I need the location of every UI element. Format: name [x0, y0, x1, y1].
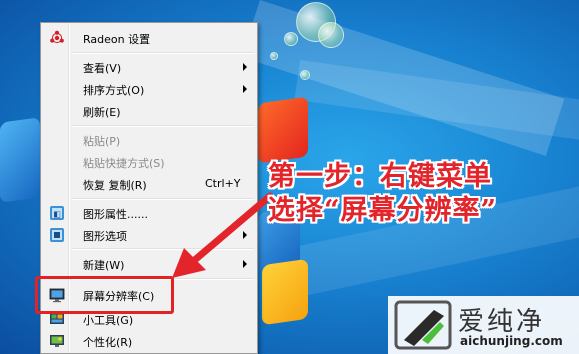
menu-item-label: 个性化(R): [83, 336, 133, 349]
menu-item-label: 粘贴(P): [83, 135, 121, 148]
watermark-url: aichunjing.com: [460, 334, 563, 348]
menu-item-label: 粘贴快捷方式(S): [83, 157, 165, 170]
submenu-arrow-icon: [243, 63, 247, 71]
menu-item-radeon[interactable]: Radeon 设置: [43, 27, 255, 49]
menu-separator: [72, 125, 254, 127]
radeon-icon: [49, 30, 65, 46]
menu-item-label: 图形选项: [83, 230, 127, 243]
graphics-properties-icon: ◧: [49, 205, 65, 221]
watermark-logo: 爱纯净 aichunjing.com: [388, 296, 579, 354]
menu-item-label: Radeon 设置: [83, 33, 151, 46]
highlight-box: [35, 276, 174, 314]
menu-item-o[interactable]: 排序方式(O): [43, 78, 255, 100]
menu-item-label: 小工具(G): [83, 314, 134, 327]
menu-item-label: 查看(V): [83, 62, 122, 75]
menu-item-label: 图形属性......: [83, 208, 148, 221]
menu-item-label: 新建(W): [83, 259, 125, 272]
watermark-name: 爱纯净: [458, 307, 546, 337]
menu-separator: [72, 52, 254, 54]
annotation-step-instruction: 选择“屏幕分辨率”: [268, 195, 498, 226]
menu-item-label: 恢复 复制(R): [83, 179, 147, 192]
menu-item-shortcut: Ctrl+Y: [205, 177, 241, 190]
menu-item-v[interactable]: 查看(V): [43, 56, 255, 78]
menu-item-e[interactable]: 刷新(E): [43, 100, 255, 122]
submenu-arrow-icon: [243, 85, 247, 93]
annotation-arrow-icon: [172, 192, 274, 278]
menu-item-r[interactable]: 个性化(R): [43, 330, 255, 352]
graphics-options-icon: [49, 227, 65, 243]
menu-item-label: 排序方式(O): [83, 84, 145, 97]
watermark-mark-icon: [394, 300, 452, 350]
svg-text:◧: ◧: [53, 210, 61, 219]
menu-item-s: 粘贴快捷方式(S): [43, 151, 255, 173]
menu-item-label: 刷新(E): [83, 106, 121, 119]
personalize-icon: [49, 333, 65, 349]
menu-item-p: 粘贴(P): [43, 129, 255, 151]
